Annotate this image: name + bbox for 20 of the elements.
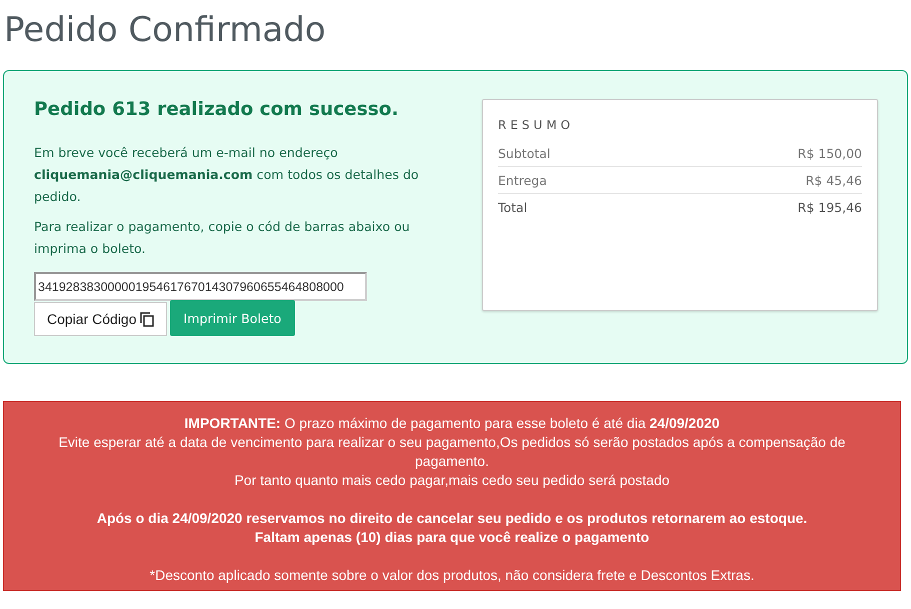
success-heading: Pedido 613 realizado com sucesso.: [34, 99, 400, 122]
notice-text: Por tanto quanto mais cedo pagar,mais cedo seu pedido será postado: [233, 471, 671, 490]
copy-code-button[interactable]: Copiar Código: [34, 302, 166, 336]
summary-label: Total: [498, 200, 528, 215]
summary-title: RESUMO: [498, 118, 576, 132]
summary-value: R$ 150,00: [798, 146, 862, 161]
summary-value: R$ 195,46: [798, 200, 862, 215]
notice-text: Evite esperar até a data de vencimento para realizar o seu pagamento,Os pedidos só serão postados após a compensação de pagamento.: [58, 433, 846, 471]
barcode-field[interactable]: 34192838300000195461767014307960655464808000: [34, 272, 367, 301]
copy-icon: [140, 312, 154, 326]
summary-label: Entrega: [498, 173, 547, 188]
notice-text: Faltam apenas (10) dias para que você realize o pagamento: [254, 528, 650, 547]
notice-text: *Desconto aplicado somente sobre o valor dos produtos, não considera frete e Descontos Extras.: [148, 566, 756, 585]
summary-label: Subtotal: [498, 146, 550, 161]
summary-value: R$ 45,46: [806, 173, 862, 188]
email-message: Em breve você receberá um e-mail no endereço cliquemania@cliquemania.com com todos os detalhes do pedido.: [34, 144, 420, 206]
notice-text: IMPORTANTE: O prazo máximo de pagamento para esse boleto é até dia 24/09/2020: [183, 414, 721, 433]
payment-instructions: Para realizar o pagamento, copie o cód de barras abaixo ou imprima o boleto.: [34, 218, 411, 258]
page-title: Pedido Confirmado: [3, 9, 327, 52]
notice-text: Após o dia 24/09/2020 reservamos no direito de cancelar seu pedido e os produtos retornarem ao estoque.: [96, 509, 808, 528]
